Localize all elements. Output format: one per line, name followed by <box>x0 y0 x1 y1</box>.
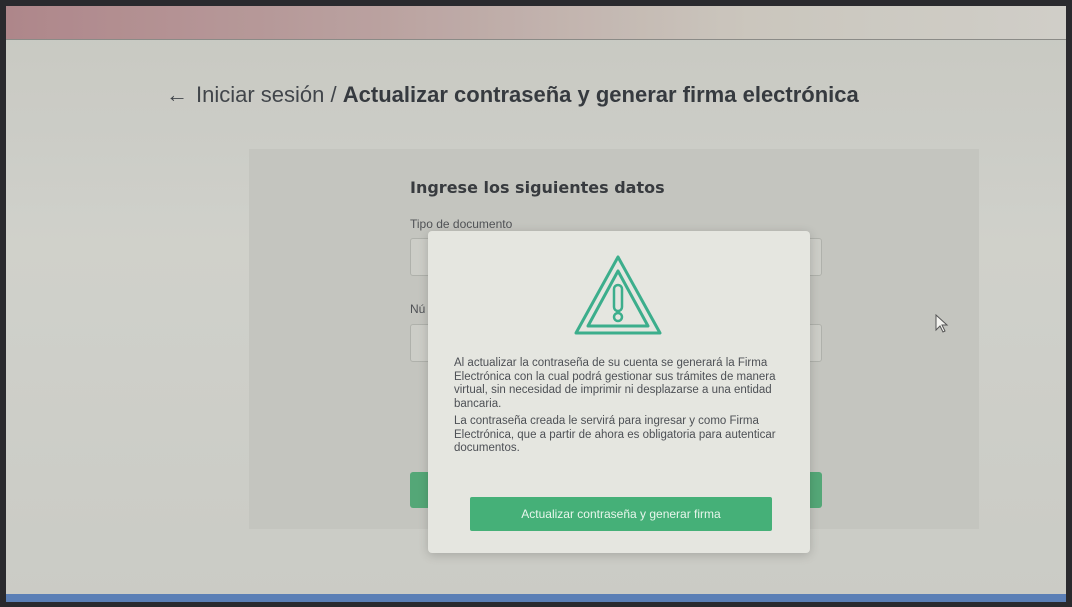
taskbar-strip <box>6 594 1066 602</box>
modal-paragraph-2: La contraseña creada le servirá para ing… <box>454 415 776 454</box>
update-password-generate-signature-button[interactable]: Actualizar contraseña y generar firma <box>470 497 772 531</box>
browser-screen: ← Iniciar sesión / Actualizar contraseña … <box>6 6 1066 602</box>
modal-paragraph-1: Al actualizar la contraseña de su cuenta… <box>454 357 776 410</box>
confirmation-modal: Al actualizar la contraseña de su cuenta… <box>428 231 810 553</box>
modal-message: Al actualizar la contraseña de su cuenta… <box>454 357 794 456</box>
warning-triangle-icon <box>570 251 666 345</box>
mouse-cursor-icon <box>934 313 950 338</box>
